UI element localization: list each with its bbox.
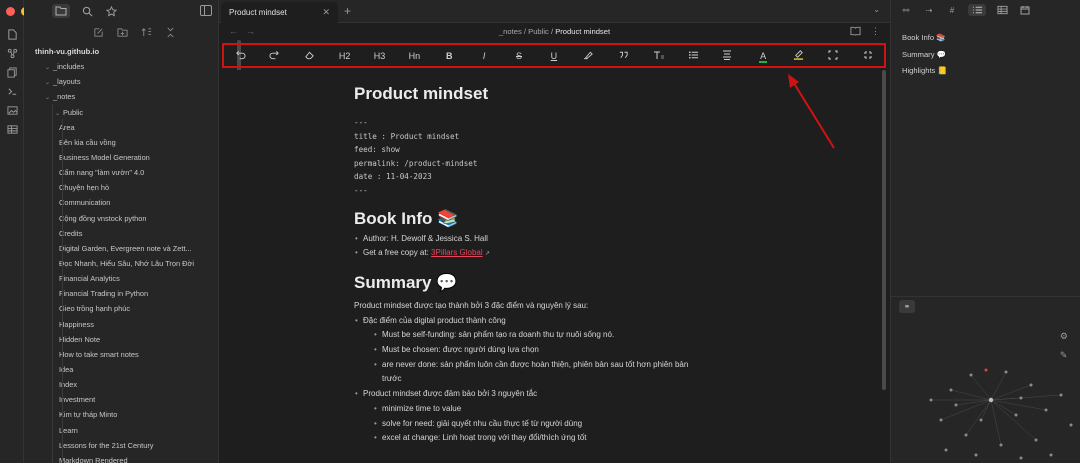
outline-icon[interactable] [968, 4, 986, 16]
external-link[interactable]: 3Pillars Global [431, 248, 483, 257]
strikethrough-button[interactable]: S [511, 51, 527, 61]
table-icon[interactable] [5, 123, 19, 135]
gear-icon[interactable]: ⚙ [1060, 331, 1068, 342]
editor-toolbar: H2 H3 Hn B I S U A [222, 43, 886, 68]
heading-n-button[interactable]: Hn [406, 51, 422, 61]
calendar-icon[interactable] [1018, 4, 1032, 16]
reading-view-icon[interactable] [850, 26, 861, 38]
folder-icon[interactable] [52, 4, 70, 18]
list-item: Đặc điểm của digital product thành công [354, 314, 754, 329]
local-graph[interactable] [921, 360, 1080, 463]
underline-button[interactable]: U [546, 51, 562, 61]
divider [891, 296, 1080, 297]
copy-icon[interactable] [5, 66, 19, 78]
close-window-button[interactable] [6, 7, 15, 16]
exit-fullscreen-icon[interactable] [860, 50, 876, 62]
outline-list: Book Info 📚 Summary 💬 Highlights 📒 [902, 30, 947, 80]
search-icon[interactable] [80, 4, 94, 18]
outline-item[interactable]: Book Info 📚 [902, 30, 947, 47]
sidebar-toggle-icon[interactable] [200, 5, 212, 16]
tab-title: Product mindset [229, 8, 287, 17]
chevron-down-icon: ⌄ [55, 110, 61, 117]
list-item: solve for need: giải quyết nhu cầu thực … [354, 417, 754, 432]
breadcrumb: _notes / Public / Product mindset [498, 27, 611, 36]
ribbon [0, 0, 45, 463]
breadcrumb-notes[interactable]: _notes [499, 27, 522, 36]
paragraph: Product mindset được tạo thành bởi 3 đặc… [354, 300, 589, 310]
text-format-icon[interactable] [651, 50, 667, 62]
new-tab-icon[interactable]: + [344, 4, 351, 18]
vault-name[interactable]: thinh-vu.github.io [24, 44, 210, 59]
tab-product-mindset[interactable]: Product mindset ✕ [221, 2, 338, 23]
align-center-icon[interactable] [720, 50, 736, 62]
list-item: Product mindset được đảm bảo bởi 3 nguyê… [354, 387, 754, 402]
bullet-list-icon[interactable] [685, 50, 701, 62]
tree-folder[interactable]: ⌄ _includes [24, 59, 210, 74]
indent-guide [62, 119, 63, 463]
indent-guide [52, 104, 53, 463]
chevron-down-icon: ⌄ [45, 95, 51, 102]
bold-button[interactable]: B [441, 51, 457, 61]
list-item: Get a free copy at: 3Pillars Global ↗ [354, 246, 754, 262]
graph-view-icon[interactable] [5, 47, 19, 59]
tag-icon[interactable]: # [945, 4, 959, 16]
collapse-all-icon[interactable] [164, 26, 176, 38]
highlight-color-icon[interactable] [790, 49, 806, 62]
quote-icon[interactable] [616, 50, 632, 62]
tab-bar: Product mindset ✕ + ⌄ [219, 0, 890, 23]
heading-3-button[interactable]: H3 [372, 51, 388, 61]
redo-icon[interactable] [267, 50, 283, 62]
annotation-arrow [788, 74, 835, 149]
fullscreen-icon[interactable] [825, 50, 841, 62]
chevron-down-icon: ⌄ [45, 65, 51, 72]
right-sidebar: ⚯ ⇢ # Book Info 📚 Summary 💬 Highlights 📒… [890, 0, 1080, 463]
heading-summary: Summary 💬 [354, 272, 458, 292]
italic-button[interactable]: I [476, 51, 492, 61]
files-icon[interactable] [5, 28, 19, 40]
table-icon[interactable] [995, 4, 1009, 16]
left-sidebar: thinh-vu.github.io ⌄ _includes ⌄ _layouts … [24, 0, 241, 463]
list-item: Must be self-funding: sản phẩm tạo ra do… [354, 328, 754, 343]
outline-item[interactable]: Summary 💬 [902, 47, 947, 64]
tree-folder[interactable]: ⌄ _layouts [24, 74, 210, 89]
list-item-continuation: trước [382, 374, 402, 384]
link-icon[interactable]: ⚯ [899, 4, 913, 16]
tree-folder[interactable]: ⌄ _notes [24, 89, 210, 104]
frontmatter-block[interactable]: --- title : Product mindset feed: show p… [354, 116, 754, 198]
external-link-icon: ↗ [484, 251, 490, 258]
outgoing-links-icon[interactable]: ⇢ [922, 4, 936, 16]
heading-book-info: Book Info 📚 [354, 208, 459, 228]
list-item: excel at change: Linh hoạt trong với tha… [354, 431, 754, 446]
undo-icon[interactable] [232, 50, 248, 62]
highlight-pen-icon[interactable] [581, 50, 597, 62]
list-item: Must be chosen: được người dùng lựa chọn [354, 343, 754, 358]
list-item: minimize time to value [354, 402, 754, 417]
text-color-button[interactable]: A [755, 50, 771, 63]
outline-item[interactable]: Highlights 📒 [902, 63, 947, 80]
note-title: Product mindset [354, 84, 489, 103]
view-header: ← → _notes / Public / Product mindset ⋮ [219, 23, 890, 42]
local-graph-icon[interactable]: ⚭ [899, 300, 915, 313]
list-item: Author: H. Dewolf & Jessica S. Hall [354, 232, 754, 247]
editor-scrollbar[interactable] [882, 70, 886, 390]
close-icon[interactable]: ✕ [322, 7, 330, 18]
heading-2-button[interactable]: H2 [337, 51, 353, 61]
sort-icon[interactable] [140, 26, 152, 38]
star-icon[interactable] [104, 4, 118, 18]
image-icon[interactable] [5, 104, 19, 116]
breadcrumb-current: Product mindset [555, 27, 611, 36]
new-note-icon[interactable] [92, 26, 104, 38]
chevron-down-icon: ⌄ [45, 80, 51, 87]
list-item: are never done: sản phẩm luôn cần được h… [354, 358, 754, 373]
clear-format-icon[interactable] [302, 50, 318, 62]
new-folder-icon[interactable] [116, 26, 128, 38]
chevron-down-icon[interactable]: ⌄ [873, 5, 880, 14]
breadcrumb-public[interactable]: Public [528, 27, 549, 36]
more-options-icon[interactable]: ⋮ [871, 26, 880, 38]
terminal-icon[interactable] [5, 85, 19, 97]
